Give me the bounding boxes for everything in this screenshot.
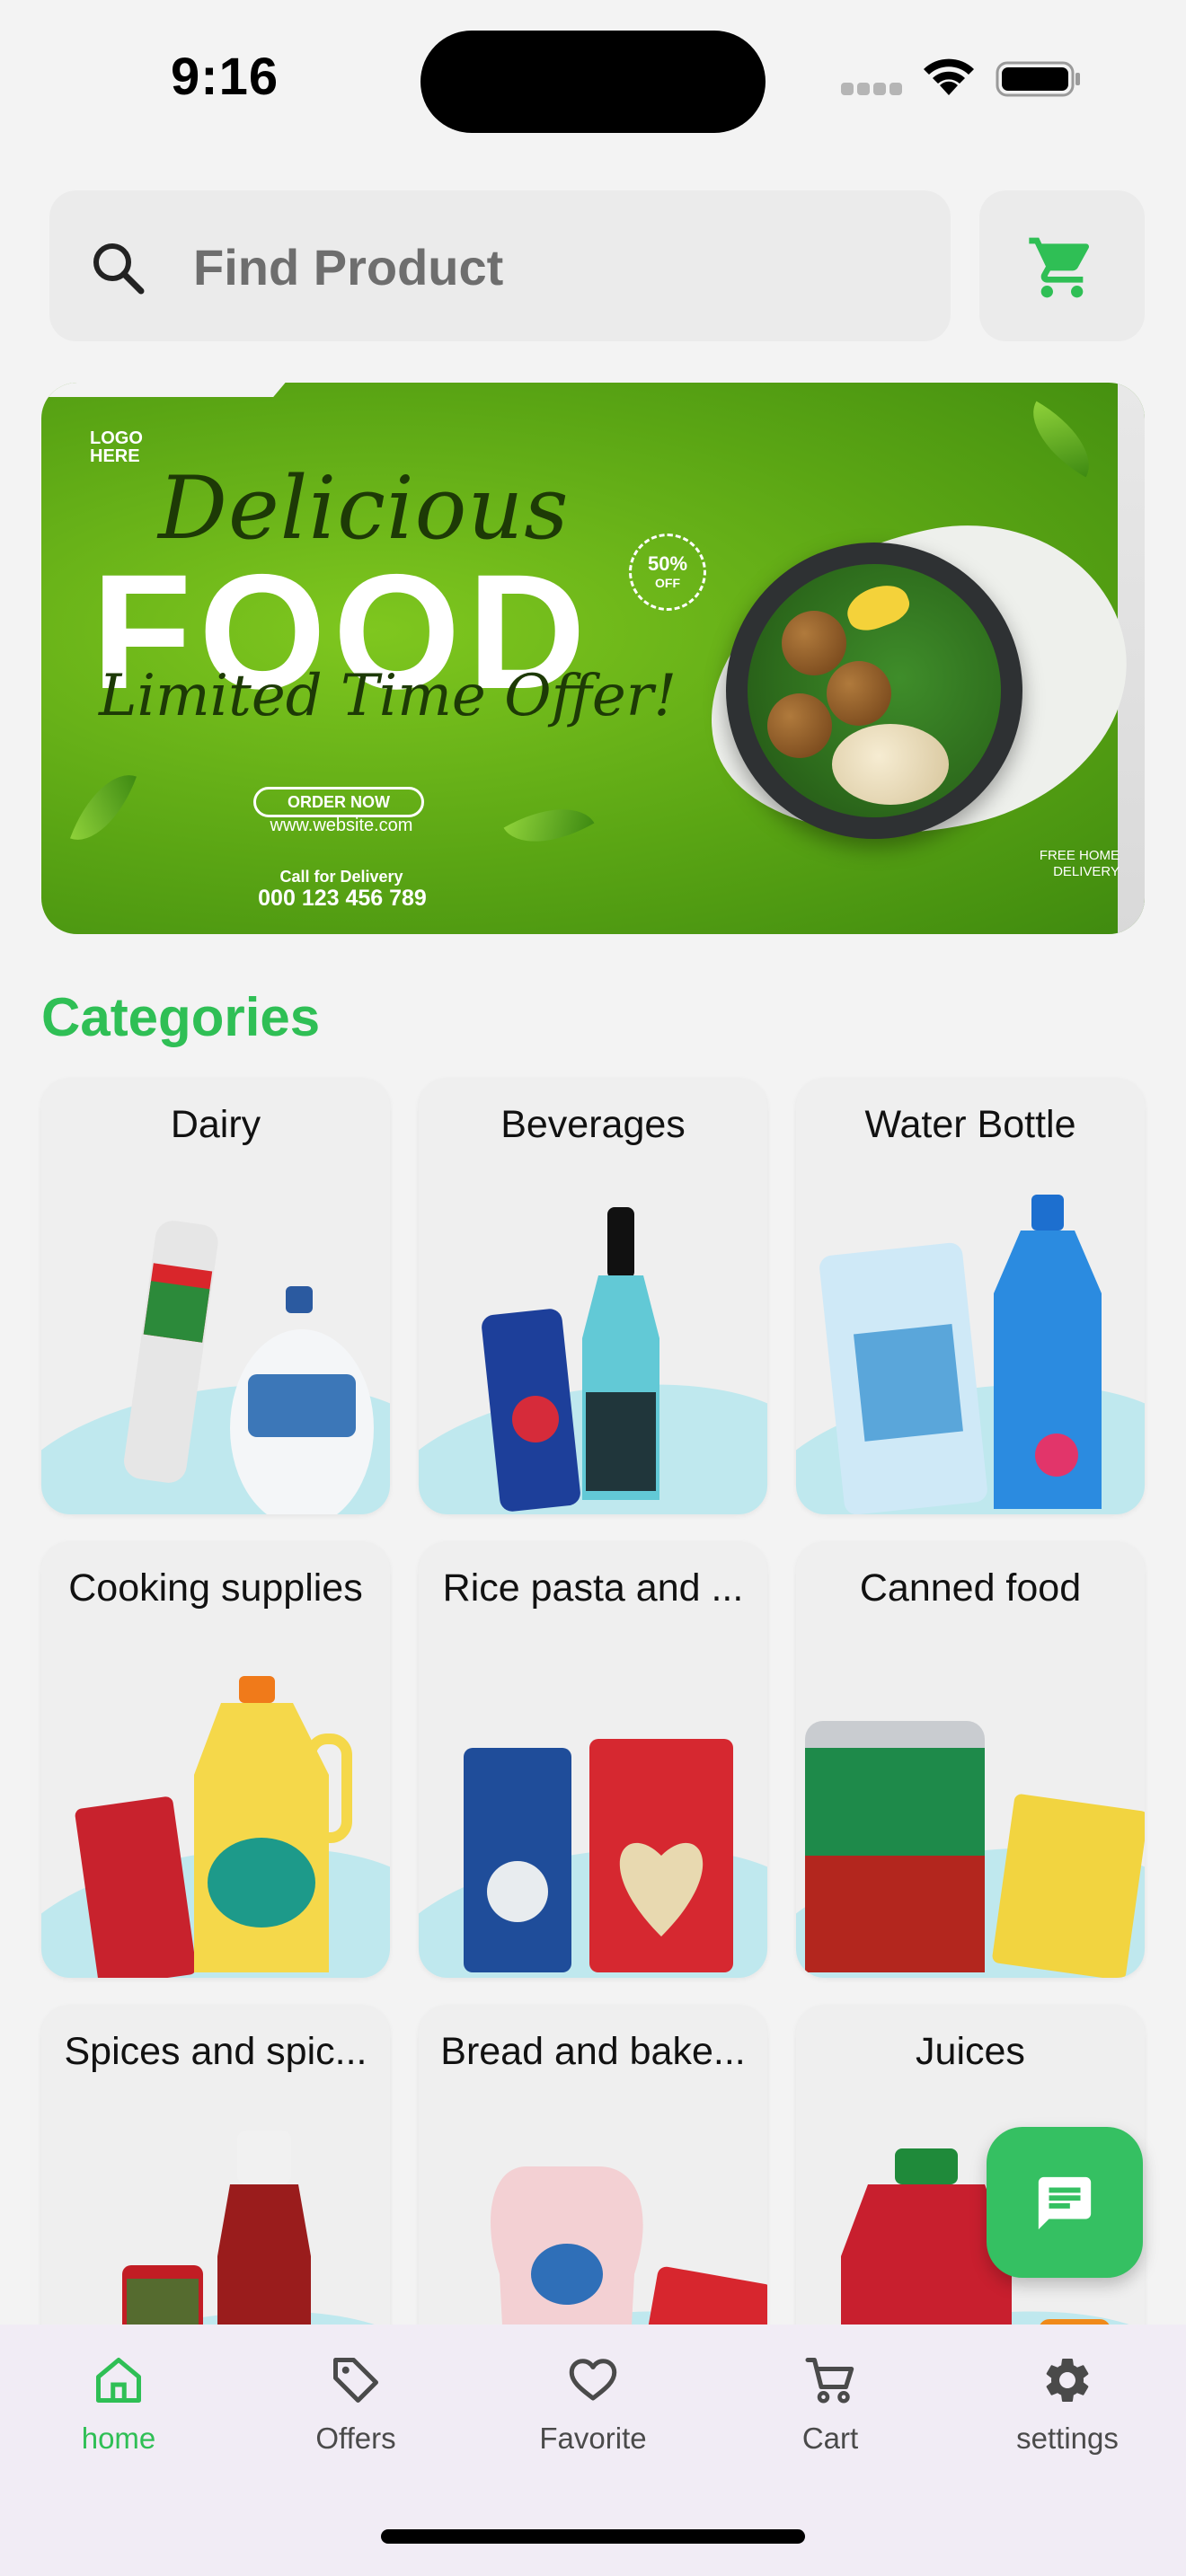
falafel-image [767,693,832,758]
nav-item-settings[interactable]: settings [978,2353,1157,2470]
category-label: Beverages [500,1103,686,1146]
battery-icon [996,61,1080,97]
leaf-decoration [69,762,137,853]
wifi-icon [924,58,974,95]
rice-pasta-image [464,1739,733,1972]
categories-title: Categories [41,987,321,1047]
leaf-decoration [1015,401,1107,478]
nav-label: home [81,2422,156,2455]
cart-icon [805,2358,854,2404]
banner-phone: 000 123 456 789 [258,886,427,911]
category-label: Rice pasta and ... [442,1566,744,1610]
tag-icon [333,2358,378,2403]
category-label: Cooking supplies [68,1566,363,1610]
falafel-image [827,661,891,726]
nav-item-favorite[interactable]: Favorite [503,2353,683,2470]
cart-button[interactable] [979,190,1145,341]
discount-percent: 50% [647,552,688,575]
nav-item-offers[interactable]: Offers [266,2353,446,2470]
status-time: 9:16 [171,48,279,106]
nav-label: settings [1016,2422,1119,2455]
banner-delivery: FREE HOME DELIVERY [1039,848,1120,879]
banner-call-label: Call for Delivery [279,868,403,886]
banner-corner-decoration [41,383,293,397]
chat-button[interactable] [987,2127,1143,2278]
dairy-products-image [124,1221,374,1514]
category-label: Juices [916,2030,1025,2073]
category-label: Water Bottle [864,1103,1076,1146]
signal-icon [841,83,904,97]
heart-icon [569,2359,617,2401]
category-card-canned-food[interactable]: Canned food [796,1541,1145,1978]
status-bar: 9:16 [0,0,1186,153]
banner-website: www.website.com [270,816,413,835]
leaf-decoration [503,787,595,864]
category-card-dairy[interactable]: Dairy [41,1078,390,1514]
cart-icon [1029,237,1090,298]
category-card-beverages[interactable]: Beverages [419,1078,767,1514]
beverages-image [482,1207,659,1512]
category-label: Dairy [170,1103,261,1146]
search-input[interactable] [193,226,912,307]
nav-item-home[interactable]: home [29,2353,208,2470]
banner-logo: LOGO HERE [90,428,143,466]
falafel-image [782,611,846,675]
category-label: Canned food [859,1566,1082,1610]
category-label: Bread and bake... [440,2030,746,2073]
water-bottle-image [819,1195,1102,1514]
discount-badge: 50% OFF [629,534,706,611]
search-bar[interactable] [49,190,951,341]
promo-banner[interactable]: LOGO HERE Delicious FOOD Limited Time Of… [41,383,1145,934]
home-icon [96,2358,141,2403]
home-indicator [381,2529,805,2544]
banner-order-button[interactable]: ORDER NOW [253,787,424,817]
nav-item-cart[interactable]: Cart [740,2353,920,2470]
category-label: Spices and spic... [64,2030,367,2073]
gear-icon [1046,2359,1089,2402]
discount-off: OFF [655,576,680,590]
dynamic-island [420,31,766,133]
nav-label: Favorite [539,2422,647,2455]
chat-icon [1038,2176,1092,2230]
category-card-water-bottle[interactable]: Water Bottle [796,1078,1145,1514]
cooking-supplies-image [75,1676,352,1978]
canned-food-image [805,1721,1145,1978]
hummus-image [832,724,949,805]
nav-label: Cart [801,2422,859,2455]
nav-label: Offers [315,2422,396,2455]
category-card-rice-pasta[interactable]: Rice pasta and ... [419,1541,767,1978]
banner-headline-offer: Limited Time Offer! [99,663,677,729]
search-icon [93,243,145,295]
category-card-cooking-supplies[interactable]: Cooking supplies [41,1541,390,1978]
